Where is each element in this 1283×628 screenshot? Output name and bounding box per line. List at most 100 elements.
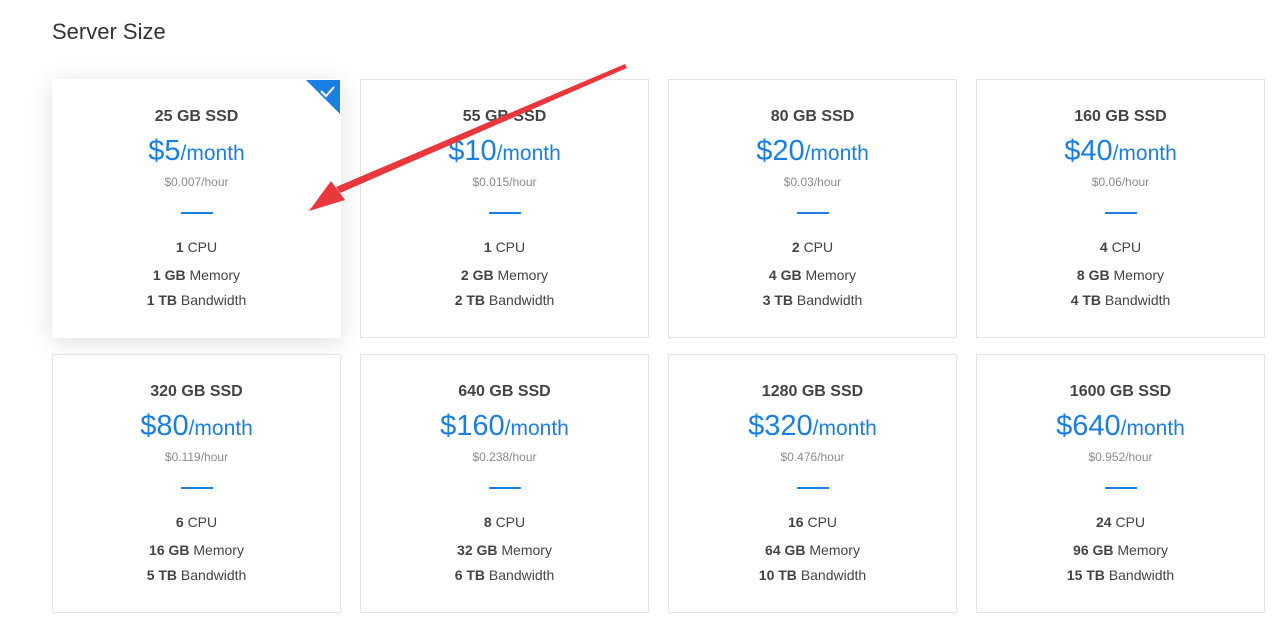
plan-memory-value: 64 GB — [765, 542, 806, 558]
plan-hourly-price: $0.476/hour — [780, 450, 845, 464]
plan-bandwidth: 1 TB Bandwidth — [53, 291, 340, 309]
plan-cpu: 1 CPU — [53, 238, 340, 256]
plan-price-period: /month — [496, 142, 561, 165]
plan-divider — [796, 212, 829, 214]
plan-hourly-price: $0.952/hour — [1088, 450, 1153, 464]
plan-hourly-price: $0.119/hour — [164, 450, 229, 464]
plan-bandwidth: 10 TB Bandwidth — [669, 566, 956, 584]
plan-memory-unit: Memory — [809, 542, 860, 558]
plan-memory: 2 GB Memory — [361, 266, 648, 284]
plan-hourly-price: $0.238/hour — [472, 450, 537, 464]
plan-memory-value: 4 GB — [768, 267, 802, 283]
plan-price-amount: $5 — [148, 135, 181, 167]
plan-hourly-price: $0.015/hour — [472, 175, 537, 189]
section-title: Server Size — [52, 19, 166, 44]
plan-cpu: 4 CPU — [977, 238, 1264, 256]
plan-card[interactable]: 640 GB SSD $160/month $0.238/hour 8 CPU … — [360, 354, 649, 613]
plan-cpu: 24 CPU — [977, 513, 1264, 531]
plan-hourly-price: $0.007/hour — [164, 175, 229, 189]
plan-divider — [1104, 487, 1137, 489]
plan-price: $40/month — [977, 133, 1264, 174]
plan-card[interactable]: 55 GB SSD $10/month $0.015/hour 1 CPU 2 … — [360, 79, 649, 338]
plan-bandwidth: 2 TB Bandwidth — [361, 291, 648, 309]
plan-memory-value: 2 GB — [460, 267, 494, 283]
plan-bandwidth-unit: Bandwidth — [488, 292, 555, 308]
plan-memory-unit: Memory — [805, 267, 857, 283]
plan-bandwidth-unit: Bandwidth — [180, 292, 247, 308]
plan-bandwidth-value: 10 TB — [758, 567, 797, 583]
plan-bandwidth: 3 TB Bandwidth — [669, 291, 956, 309]
plan-cpu-unit: CPU — [1115, 514, 1146, 530]
plan-cpu: 8 CPU — [361, 513, 648, 531]
plan-price-period: /month — [1112, 142, 1177, 165]
plan-card[interactable]: 80 GB SSD $20/month $0.03/hour 2 CPU 4 G… — [668, 79, 957, 338]
server-size-page: Server Size 25 GB SSD $5/month $0.007/ho… — [0, 0, 1283, 628]
plan-bandwidth-value: 3 TB — [762, 292, 794, 308]
plan-bandwidth-value: 15 TB — [1066, 567, 1105, 583]
plan-memory: 64 GB Memory — [669, 541, 956, 559]
plan-price-amount: $20 — [756, 135, 805, 167]
plan-memory: 1 GB Memory — [53, 266, 340, 284]
plan-price-period: /month — [1120, 417, 1185, 440]
plan-storage: 160 GB SSD — [1074, 108, 1167, 125]
plan-price-period: /month — [812, 417, 877, 440]
plan-divider — [1104, 212, 1137, 214]
plan-memory: 8 GB Memory — [977, 266, 1264, 284]
plan-memory-value: 96 GB — [1073, 542, 1114, 558]
plan-storage: 1280 GB SSD — [761, 383, 864, 400]
plan-cpu-value: 8 — [483, 514, 492, 530]
plan-divider — [796, 487, 829, 489]
plan-cpu-value: 6 — [175, 514, 184, 530]
plan-price-period: /month — [180, 142, 245, 165]
plan-price-period: /month — [504, 417, 569, 440]
plan-price: $20/month — [669, 133, 956, 174]
plan-storage: 25 GB SSD — [154, 108, 239, 125]
plan-cpu-value: 1 — [175, 239, 184, 255]
plan-cpu-value: 24 — [1095, 514, 1112, 530]
plan-storage: 55 GB SSD — [462, 108, 547, 125]
plan-card[interactable]: 160 GB SSD $40/month $0.06/hour 4 CPU 8 … — [976, 79, 1265, 338]
plan-bandwidth-value: 2 TB — [454, 292, 486, 308]
plan-cpu-value: 1 — [483, 239, 492, 255]
plan-memory-unit: Memory — [193, 542, 244, 558]
plan-card[interactable]: 320 GB SSD $80/month $0.119/hour 6 CPU 1… — [52, 354, 341, 613]
plan-price-amount: $40 — [1064, 135, 1113, 167]
plan-bandwidth-unit: Bandwidth — [180, 567, 247, 583]
plan-cpu-unit: CPU — [495, 239, 526, 255]
plan-bandwidth-value: 6 TB — [454, 567, 486, 583]
plan-cpu-unit: CPU — [803, 239, 834, 255]
plan-price-amount: $10 — [448, 135, 497, 167]
plan-cpu-unit: CPU — [187, 514, 218, 530]
plan-bandwidth-unit: Bandwidth — [1104, 292, 1171, 308]
plan-card[interactable]: 25 GB SSD $5/month $0.007/hour 1 CPU 1 G… — [52, 79, 341, 338]
plan-cpu-value: 4 — [1099, 239, 1108, 255]
plan-price-period: /month — [804, 142, 869, 165]
plan-bandwidth: 6 TB Bandwidth — [361, 566, 648, 584]
plan-storage: 1600 GB SSD — [1069, 383, 1172, 400]
plan-card[interactable]: 1600 GB SSD $640/month $0.952/hour 24 CP… — [976, 354, 1265, 613]
plan-memory: 16 GB Memory — [53, 541, 340, 559]
plan-divider — [180, 212, 213, 214]
plan-price: $5/month — [53, 133, 340, 174]
plan-bandwidth: 15 TB Bandwidth — [977, 566, 1264, 584]
plan-cpu: 6 CPU — [53, 513, 340, 531]
plan-bandwidth-unit: Bandwidth — [1108, 567, 1175, 583]
plan-storage: 320 GB SSD — [150, 383, 243, 400]
plan-memory: 32 GB Memory — [361, 541, 648, 559]
plan-divider — [180, 487, 213, 489]
plan-card[interactable]: 1280 GB SSD $320/month $0.476/hour 16 CP… — [668, 354, 957, 613]
plan-bandwidth: 4 TB Bandwidth — [977, 291, 1264, 309]
plan-cpu: 16 CPU — [669, 513, 956, 531]
plan-cpu-value: 2 — [791, 239, 800, 255]
plan-storage: 640 GB SSD — [458, 383, 551, 400]
plan-memory-value: 8 GB — [1076, 267, 1110, 283]
plan-cpu-value: 16 — [787, 514, 804, 530]
plan-cpu-unit: CPU — [187, 239, 218, 255]
plan-cpu-unit: CPU — [807, 514, 838, 530]
plan-hourly-price: $0.03/hour — [783, 175, 842, 189]
plan-storage: 80 GB SSD — [770, 108, 855, 125]
plan-bandwidth-unit: Bandwidth — [796, 292, 863, 308]
plan-price-amount: $640 — [1056, 410, 1121, 442]
plan-price: $640/month — [977, 408, 1264, 449]
plan-memory-unit: Memory — [497, 267, 549, 283]
